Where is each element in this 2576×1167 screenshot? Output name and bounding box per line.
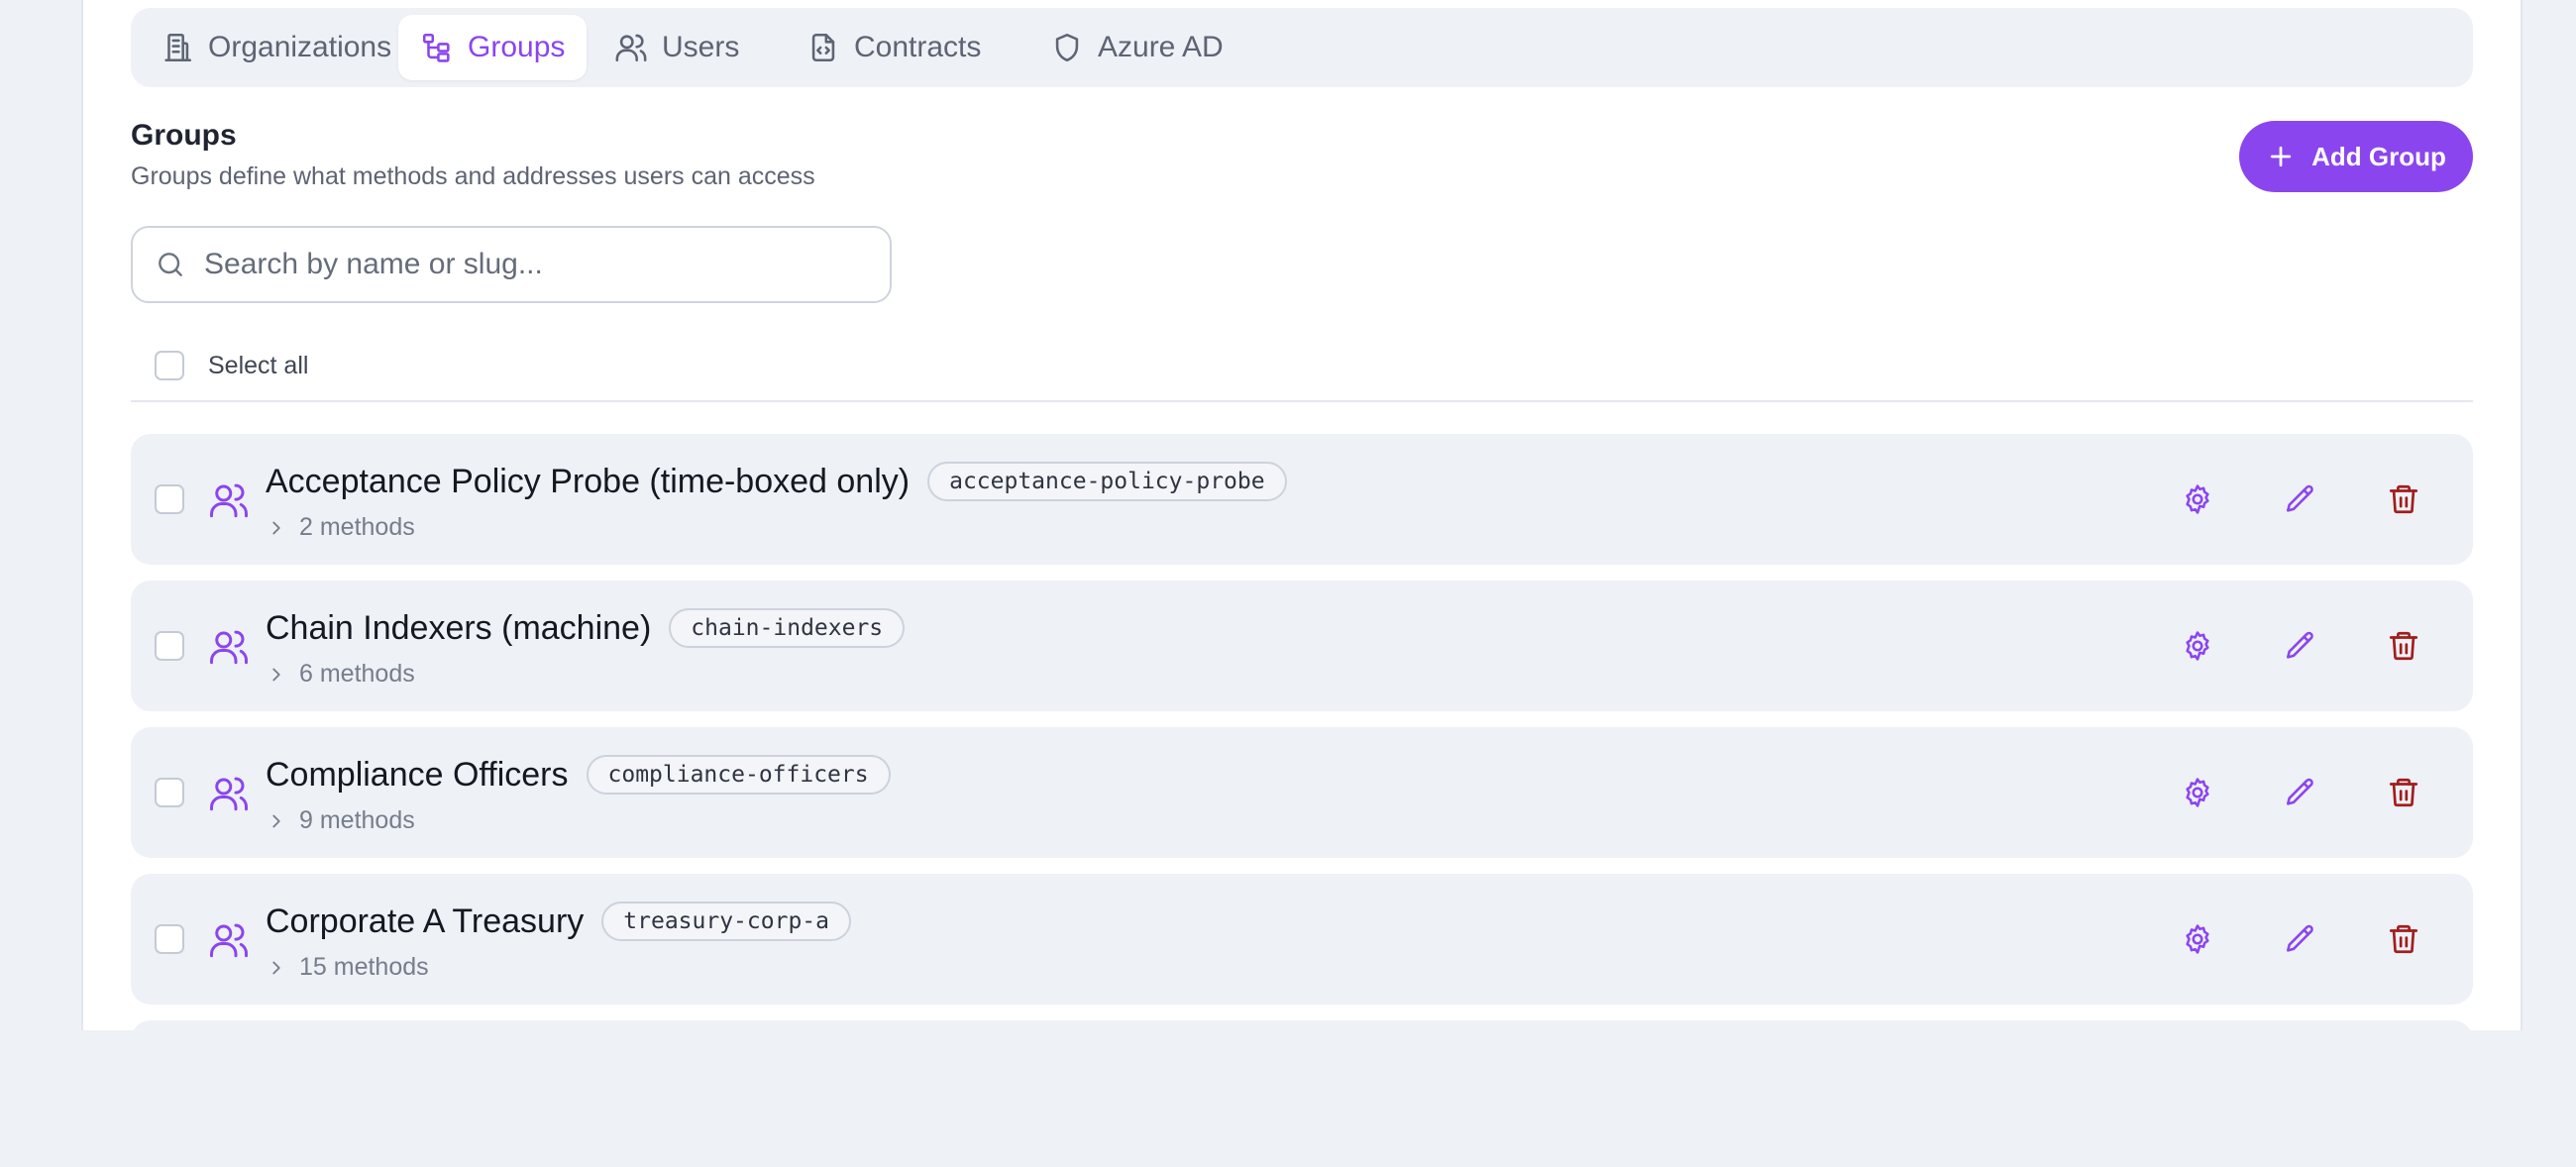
building-icon [164, 33, 192, 62]
methods-count: 6 methods [299, 660, 415, 688]
settings-button[interactable] [2178, 626, 2217, 666]
edit-button[interactable] [2281, 773, 2320, 812]
select-all-checkbox[interactable] [155, 351, 184, 380]
edit-button[interactable] [2281, 919, 2320, 959]
pencil-icon [2286, 484, 2313, 512]
list-item[interactable]: Chain Indexers (machine) chain-indexers … [131, 581, 2473, 711]
tab-groups[interactable]: Groups [398, 15, 588, 80]
methods-count: 9 methods [299, 806, 415, 834]
edit-button[interactable] [2281, 626, 2320, 666]
select-all-label: Select all [208, 351, 309, 379]
hierarchy-icon [422, 33, 450, 62]
group-name: Acceptance Policy Probe (time-boxed only… [266, 462, 911, 500]
search-box [131, 226, 892, 303]
methods-toggle[interactable]: 15 methods [266, 953, 429, 982]
settings-button[interactable] [2178, 479, 2217, 519]
tab-bar: Organizations Groups Users Contracts Azu… [131, 8, 2473, 87]
group-name-line: Chain Indexers (machine) chain-indexers [266, 608, 906, 648]
edit-button[interactable] [2281, 479, 2320, 519]
tab-contracts[interactable]: Contracts [785, 15, 1003, 80]
pencil-icon [2286, 778, 2313, 805]
tab-azure-ad[interactable]: Azure AD [1028, 15, 1245, 80]
tab-label: Azure AD [1098, 31, 1224, 63]
chevron-right-icon [272, 814, 280, 827]
settings-button[interactable] [2178, 773, 2217, 812]
gear-icon [2186, 924, 2209, 954]
users-icon [615, 34, 647, 62]
users-icon [210, 923, 248, 958]
pencil-icon [2286, 924, 2313, 952]
trash-icon [2389, 778, 2418, 807]
methods-toggle[interactable]: 6 methods [266, 660, 415, 689]
methods-toggle[interactable]: 2 methods [266, 513, 415, 542]
list-item[interactable] [131, 1020, 2473, 1151]
group-name-line: Compliance Officers compliance-officers [266, 755, 891, 795]
users-icon [210, 777, 248, 811]
group-slug-badge: acceptance-policy-probe [927, 462, 1287, 501]
page-description: Groups define what methods and addresses… [131, 162, 815, 190]
chevron-right-icon [272, 668, 280, 681]
delete-button[interactable] [2384, 773, 2423, 812]
group-name-line: Acceptance Policy Probe (time-boxed only… [266, 462, 1287, 501]
tab-organizations[interactable]: Organizations [139, 15, 413, 80]
row-checkbox[interactable] [155, 484, 184, 514]
tab-users[interactable]: Users [592, 15, 761, 80]
methods-count: 15 methods [299, 953, 429, 981]
add-group-button[interactable]: Add Group [2239, 121, 2473, 192]
page-title: Groups [131, 119, 237, 152]
row-checkbox[interactable] [155, 631, 184, 661]
delete-button[interactable] [2384, 626, 2423, 666]
group-slug-badge: chain-indexers [669, 608, 906, 648]
groups-panel: Organizations Groups Users Contracts Azu… [81, 0, 2522, 1151]
settings-button[interactable] [2178, 919, 2217, 959]
tab-label: Users [662, 31, 740, 63]
chevron-right-icon [272, 521, 280, 534]
group-name: Chain Indexers (machine) [266, 608, 652, 647]
trash-icon [2389, 631, 2418, 661]
search-input[interactable] [202, 247, 840, 282]
list-item[interactable]: Corporate A Treasury treasury-corp-a 15 … [131, 874, 2473, 1005]
row-checkbox[interactable] [155, 924, 184, 954]
tab-label: Contracts [854, 31, 982, 63]
groups-list: Acceptance Policy Probe (time-boxed only… [131, 434, 2473, 1167]
delete-button[interactable] [2384, 919, 2423, 959]
methods-toggle[interactable]: 9 methods [266, 806, 415, 835]
list-item[interactable]: Compliance Officers compliance-officers … [131, 727, 2473, 858]
group-name-line: Corporate A Treasury treasury-corp-a [266, 902, 851, 941]
group-slug-badge: treasury-corp-a [601, 902, 851, 941]
shield-icon [1055, 33, 1079, 62]
list-item[interactable]: Acceptance Policy Probe (time-boxed only… [131, 434, 2473, 565]
delete-button[interactable] [2384, 479, 2423, 519]
tab-label: Groups [468, 31, 566, 63]
add-group-label: Add Group [2311, 141, 2446, 171]
gear-icon [2186, 631, 2209, 661]
users-icon [210, 483, 248, 518]
pencil-icon [2286, 631, 2313, 659]
trash-icon [2389, 484, 2418, 514]
gear-icon [2186, 778, 2209, 807]
trash-icon [2389, 924, 2418, 954]
plus-icon [2270, 146, 2292, 167]
row-checkbox[interactable] [155, 778, 184, 807]
users-icon [210, 630, 248, 665]
methods-count: 2 methods [299, 513, 415, 541]
group-slug-badge: compliance-officers [586, 755, 891, 795]
search-icon [159, 253, 182, 276]
tab-label: Organizations [208, 31, 392, 63]
group-name: Corporate A Treasury [266, 902, 585, 940]
gear-icon [2186, 484, 2209, 514]
chevron-right-icon [272, 961, 280, 974]
divider [131, 400, 2473, 402]
file-code-icon [811, 33, 835, 62]
group-name: Compliance Officers [266, 755, 569, 794]
select-all-row: Select all [155, 351, 308, 380]
